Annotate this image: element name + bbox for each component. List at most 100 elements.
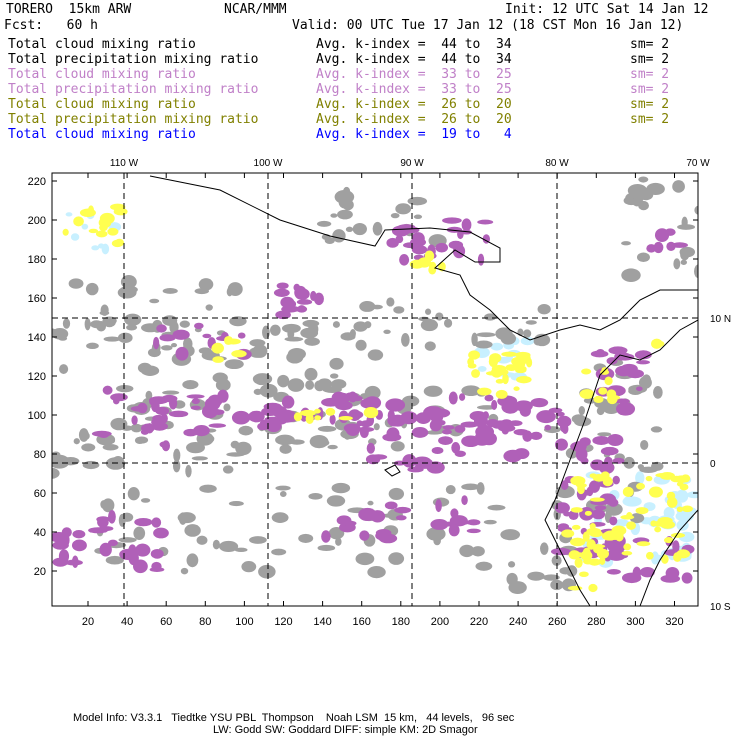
gray-cloud bbox=[212, 539, 220, 550]
yellow-cloud bbox=[471, 369, 480, 378]
y-tick-label: 60 bbox=[34, 488, 46, 500]
purple-cloud bbox=[310, 290, 317, 302]
purple-cloud bbox=[452, 244, 466, 259]
yellow-cloud bbox=[604, 376, 613, 386]
gray-cloud bbox=[222, 465, 234, 474]
purple-cloud bbox=[329, 414, 336, 425]
gray-cloud bbox=[304, 337, 320, 346]
gray-cloud bbox=[81, 443, 96, 452]
gray-cloud bbox=[680, 259, 688, 265]
gray-cloud bbox=[224, 359, 244, 370]
purple-cloud bbox=[151, 517, 162, 528]
gray-cloud bbox=[118, 537, 137, 543]
gray-cloud bbox=[476, 482, 485, 495]
yellow-cloud bbox=[586, 539, 596, 550]
gray-cloud bbox=[298, 533, 314, 543]
yellow-cloud bbox=[626, 521, 636, 530]
gray-cloud bbox=[345, 226, 354, 232]
yellow-cloud bbox=[428, 265, 437, 275]
yellow-cloud bbox=[212, 356, 224, 363]
purple-cloud bbox=[461, 495, 468, 506]
purple-cloud bbox=[159, 441, 170, 448]
gray-cloud bbox=[105, 457, 126, 470]
purple-cloud bbox=[636, 360, 650, 365]
purple-cloud bbox=[450, 508, 459, 519]
gray-cloud bbox=[425, 308, 432, 315]
purple-cloud bbox=[281, 305, 300, 313]
purple-cloud bbox=[681, 572, 693, 584]
gray-cloud bbox=[61, 456, 80, 466]
yellow-cloud bbox=[114, 238, 125, 247]
yellow-cloud bbox=[417, 257, 432, 268]
yellow-cloud bbox=[95, 230, 108, 238]
purple-cloud bbox=[52, 541, 69, 550]
gray-cloud bbox=[390, 212, 400, 219]
gray-cloud bbox=[424, 341, 436, 351]
purple-cloud bbox=[626, 369, 644, 379]
y-tick-label: 100 bbox=[28, 410, 46, 422]
purple-cloud bbox=[385, 398, 406, 412]
gray-cloud bbox=[226, 452, 245, 457]
gray-cloud bbox=[317, 544, 336, 552]
yellow-cloud bbox=[636, 541, 651, 547]
purple-cloud bbox=[431, 447, 444, 455]
gray-cloud bbox=[180, 567, 189, 575]
gray-cloud bbox=[650, 426, 663, 433]
gray-cloud bbox=[476, 332, 496, 338]
x-tick-label: 40 bbox=[121, 616, 133, 628]
purple-cloud bbox=[402, 226, 420, 234]
gray-cloud bbox=[621, 268, 641, 283]
gray-cloud bbox=[218, 540, 239, 552]
yellow-cloud bbox=[501, 351, 518, 357]
purple-cloud bbox=[530, 398, 549, 408]
x-tick-label: 220 bbox=[470, 616, 488, 628]
gray-cloud bbox=[182, 380, 199, 390]
gray-cloud bbox=[407, 196, 428, 206]
yellow-cloud bbox=[211, 342, 224, 354]
gray-cloud bbox=[279, 491, 287, 498]
purple-cloud bbox=[134, 517, 153, 527]
gray-cloud bbox=[90, 320, 103, 329]
light-blue-cloud bbox=[70, 233, 80, 241]
purple-cloud bbox=[151, 561, 162, 571]
yellow-cloud bbox=[87, 205, 95, 217]
gray-cloud bbox=[423, 385, 443, 397]
x-tick-label: 80 bbox=[199, 616, 211, 628]
yellow-cloud bbox=[571, 524, 581, 530]
purple-cloud bbox=[500, 419, 513, 427]
purple-cloud bbox=[71, 539, 87, 552]
gray-cloud bbox=[309, 435, 329, 449]
yellow-cloud bbox=[588, 583, 598, 593]
gray-cloud bbox=[680, 249, 690, 261]
yellow-cloud bbox=[673, 552, 682, 562]
gray-cloud bbox=[117, 286, 137, 299]
gray-cloud bbox=[238, 425, 254, 436]
purple-cloud bbox=[636, 386, 643, 392]
gray-cloud bbox=[191, 456, 208, 461]
purple-cloud bbox=[477, 253, 485, 266]
x-tick-label: 300 bbox=[626, 616, 644, 628]
galapagos-islands bbox=[384, 464, 401, 477]
gray-cloud bbox=[527, 571, 545, 581]
gray-cloud bbox=[78, 428, 89, 442]
x-tick-label: 200 bbox=[431, 616, 449, 628]
yellow-cloud bbox=[666, 491, 676, 500]
gray-cloud bbox=[116, 384, 134, 393]
gray-cloud bbox=[177, 512, 196, 524]
gray-cloud bbox=[135, 436, 149, 444]
y-tick-label: 200 bbox=[28, 215, 46, 227]
purple-cloud bbox=[448, 524, 460, 537]
yellow-cloud bbox=[601, 531, 618, 541]
gray-cloud bbox=[102, 444, 119, 451]
purple-cloud bbox=[671, 242, 688, 248]
gray-cloud bbox=[395, 203, 412, 215]
gray-cloud bbox=[646, 182, 665, 196]
purple-cloud bbox=[477, 219, 494, 225]
gray-cloud bbox=[249, 339, 266, 347]
gray-cloud bbox=[198, 278, 214, 291]
purple-cloud bbox=[72, 530, 86, 539]
purple-cloud bbox=[522, 430, 533, 442]
purple-cloud bbox=[276, 282, 289, 290]
yellow-cloud bbox=[584, 510, 592, 516]
yellow-cloud bbox=[626, 512, 633, 520]
